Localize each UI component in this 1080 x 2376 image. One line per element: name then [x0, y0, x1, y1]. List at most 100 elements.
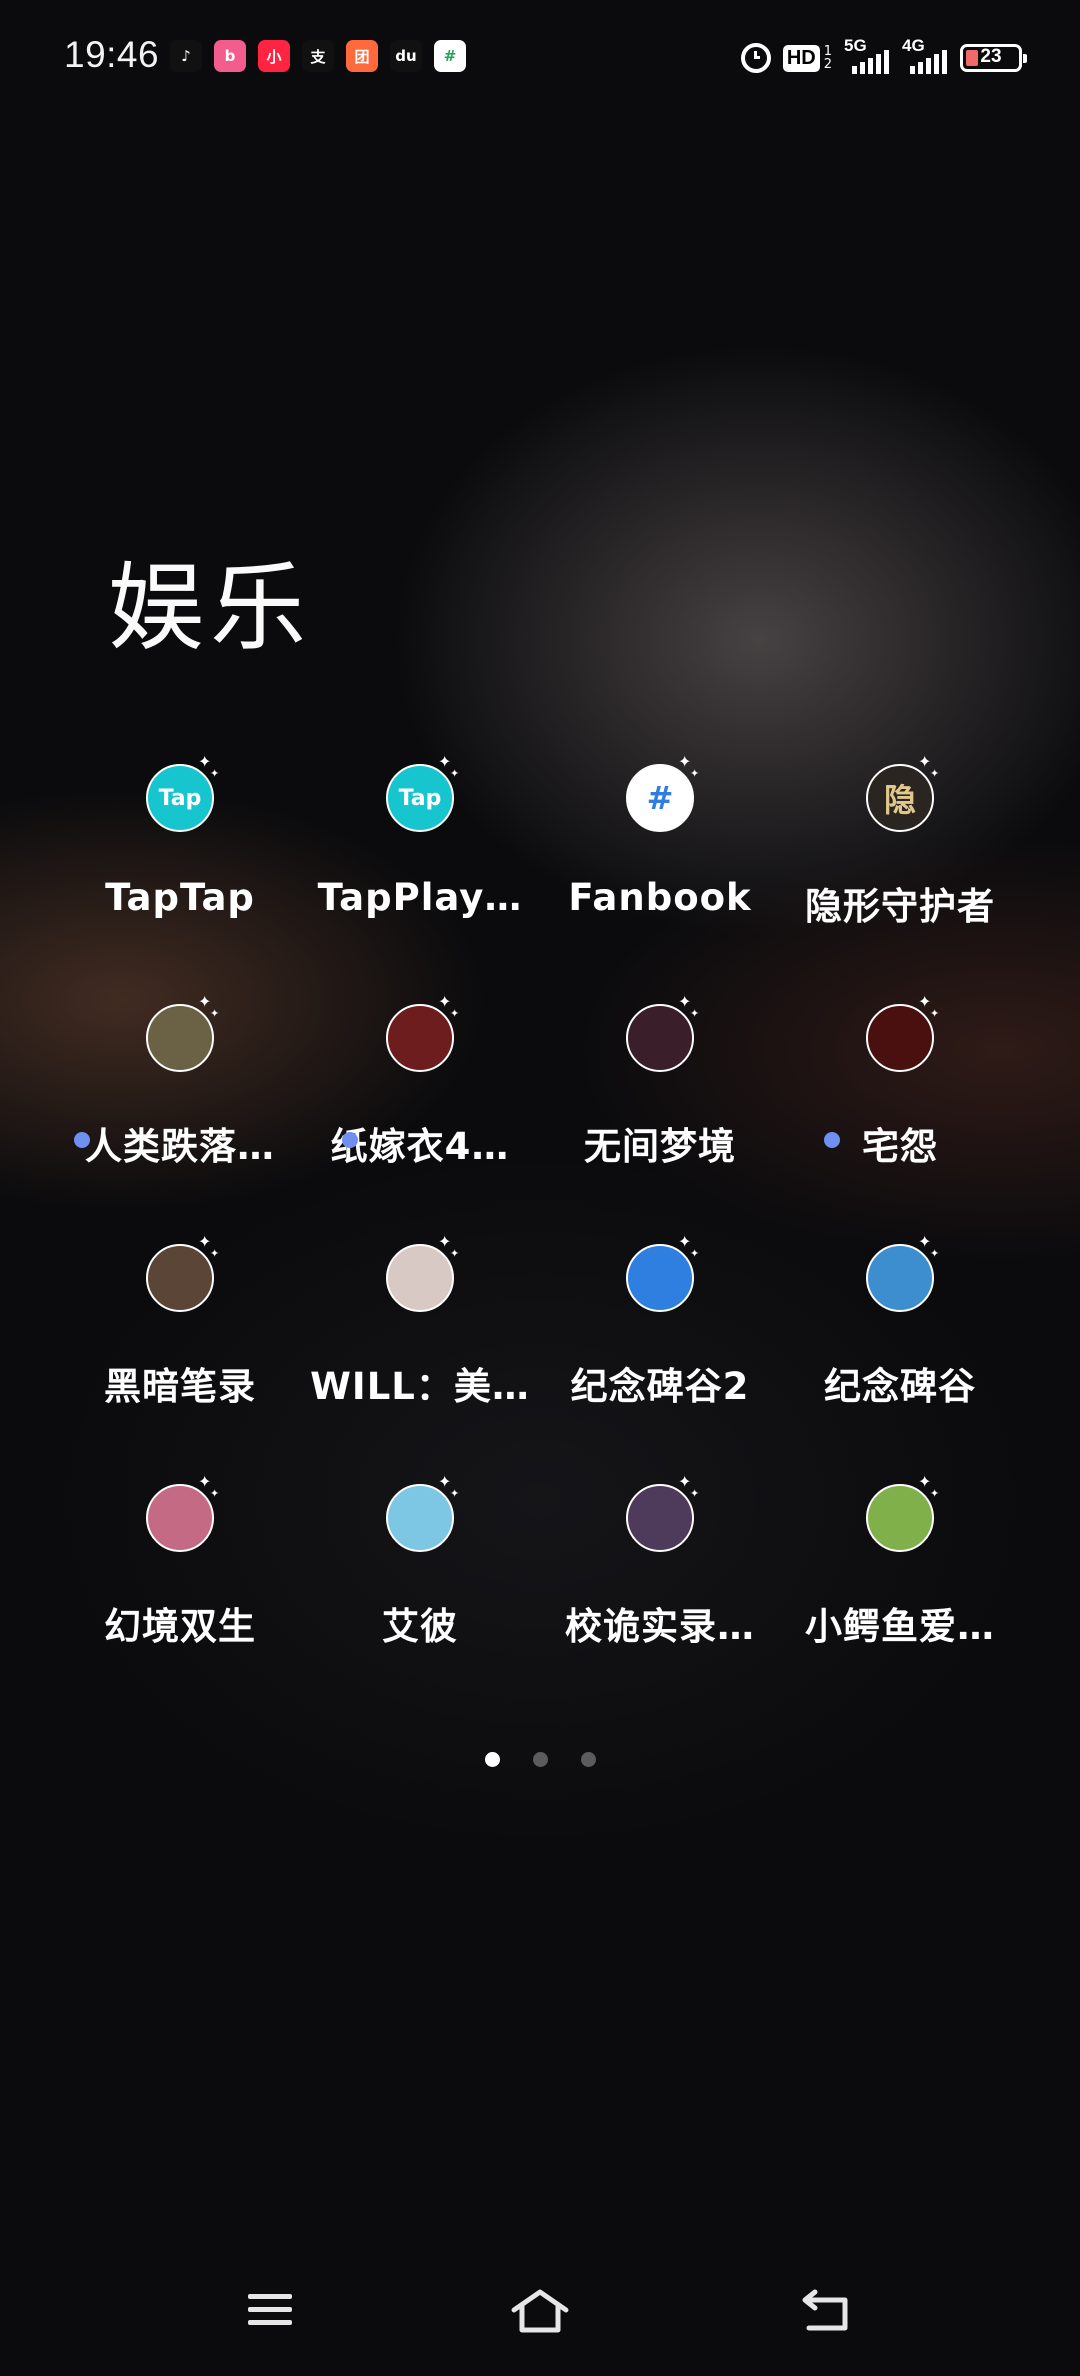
sparkle-icon: [198, 1474, 224, 1500]
battery-icon: 23: [960, 44, 1027, 72]
app-icon-wrapper: [866, 1474, 939, 1552]
signal-5g-icon: 5G: [844, 36, 890, 78]
app-icon-wrapper: [386, 994, 459, 1072]
app-icon-wrapper: Tap: [386, 754, 459, 832]
meituan-icon: 团: [346, 40, 378, 72]
app-label: 纪念碑谷: [824, 1365, 976, 1408]
status-time: 19:46: [64, 34, 160, 75]
sparkle-icon: [918, 1234, 944, 1260]
sparkle-icon: [678, 1234, 704, 1260]
sparkle-icon: [918, 754, 944, 780]
sparkle-icon: [198, 994, 224, 1020]
app-icon-wrapper: [626, 1474, 699, 1552]
app-label: 小鳄鱼爱…: [805, 1605, 995, 1648]
app-swampy[interactable]: 小鳄鱼爱…: [780, 1460, 1020, 1700]
app-icon-glyph: Tap: [398, 785, 442, 811]
app-heian[interactable]: 黑暗笔录: [60, 1220, 300, 1460]
app-icon-wrapper: [626, 994, 699, 1072]
sparkle-icon: [918, 994, 944, 1020]
app-icon-wrapper: 隐: [866, 754, 939, 832]
new-install-dot: [342, 1132, 358, 1148]
sparkle-icon: [438, 1474, 464, 1500]
page-dot[interactable]: [580, 1752, 596, 1767]
page-dot[interactable]: [532, 1752, 548, 1767]
app-label: 黑暗笔录: [104, 1365, 256, 1408]
page-indicator[interactable]: [0, 1752, 1080, 1767]
folder-title[interactable]: 娱乐: [108, 530, 312, 669]
tiktok-icon: ♪: [170, 40, 202, 72]
sparkle-icon: [438, 1234, 464, 1260]
app-monument-valley-2[interactable]: 纪念碑谷2: [540, 1220, 780, 1460]
app-icon-wrapper: #: [626, 754, 699, 832]
app-fanbook[interactable]: # Fanbook: [540, 740, 780, 980]
app-tapplay[interactable]: Tap TapPlay…: [300, 740, 540, 980]
app-icon-wrapper: [146, 1474, 219, 1552]
sparkle-icon: [198, 754, 224, 780]
app-icon-glyph: #: [646, 779, 674, 817]
xiaohongshu-icon: 小: [258, 40, 290, 72]
app-zhaiyuan[interactable]: 宅怨: [780, 980, 1020, 1220]
app-icon-wrapper: [146, 994, 219, 1072]
app-label: 幻境双生: [104, 1605, 256, 1648]
menu-icon: [248, 2294, 292, 2325]
app-label: 纸嫁衣4…: [330, 1125, 510, 1168]
signal-4g-icon: 4G: [902, 36, 948, 78]
app-label: 校诡实录…: [565, 1605, 755, 1648]
notification-icons: ♪ b 小支团 du #: [170, 40, 466, 72]
app-human-fall-flat[interactable]: 人类跌落…: [60, 980, 300, 1220]
app-label: WILL：美…: [310, 1365, 530, 1408]
app-label: TapPlay…: [317, 876, 523, 919]
app-yinxing[interactable]: 隐隐形守护者: [780, 740, 1020, 980]
status-bar: 19:46 ♪ b 小支团 du # HD 1 2 5G 4G 23: [0, 0, 1080, 112]
sparkle-icon: [198, 1234, 224, 1260]
baidu-icon: du: [390, 40, 422, 72]
app-label: 宅怨: [862, 1125, 938, 1168]
navigation-bar: [0, 2270, 1080, 2350]
new-install-dot: [824, 1132, 840, 1148]
app-label: Fanbook: [568, 876, 752, 919]
app-label: 纪念碑谷2: [570, 1365, 750, 1408]
back-button[interactable]: [785, 2270, 865, 2350]
home-button[interactable]: [500, 2270, 580, 2350]
back-icon: [802, 2289, 848, 2331]
battery-level: 23: [980, 46, 1002, 67]
app-taptap[interactable]: TapTapTap: [60, 740, 300, 980]
app-grid: TapTapTapTapTapPlay…#Fanbook隐隐形守护者人类跌落…纸…: [60, 740, 1020, 1700]
app-label: 无间梦境: [584, 1125, 736, 1168]
menu-button[interactable]: [230, 2270, 310, 2350]
app-icon-glyph: Tap: [158, 785, 202, 811]
hd-voice-icon: HD: [782, 44, 820, 72]
sparkle-icon: [678, 1474, 704, 1500]
sparkle-icon: [678, 994, 704, 1020]
sparkle-icon: [438, 994, 464, 1020]
app-label: TapTap: [105, 876, 255, 919]
app-icon-wrapper: [146, 1234, 219, 1312]
alarm-icon: [740, 43, 771, 73]
new-install-dot: [74, 1132, 90, 1148]
app-icon-wrapper: [866, 1234, 939, 1312]
app-will[interactable]: WILL：美…: [300, 1220, 540, 1460]
app-icon-wrapper: [386, 1474, 459, 1552]
system-icons: HD 1 2 5G 4G 23: [740, 36, 1027, 78]
alipay-icon: 支: [302, 40, 334, 72]
app-xiaogui[interactable]: 校诡实录…: [540, 1460, 780, 1700]
page-dot[interactable]: [484, 1752, 500, 1767]
app-zhijiayi[interactable]: 纸嫁衣4…: [300, 980, 540, 1220]
app-icon-glyph: 隐: [883, 781, 916, 819]
app-icon-wrapper: Tap: [146, 754, 219, 832]
hd-sim-indicator: 1 2: [824, 45, 832, 71]
sparkle-icon: [678, 754, 704, 780]
app-monument-valley[interactable]: 纪念碑谷: [780, 1220, 1020, 1460]
bilibili-icon: b: [214, 40, 246, 72]
app-label: 人类跌落…: [85, 1125, 275, 1168]
home-icon: [511, 2289, 569, 2333]
sparkle-icon: [438, 754, 464, 780]
app-huanjing[interactable]: 幻境双生: [60, 1460, 300, 1700]
app-wujian[interactable]: 无间梦境: [540, 980, 780, 1220]
app-icon-wrapper: [866, 994, 939, 1072]
app-icon-wrapper: [386, 1234, 459, 1312]
fanbook-notif-icon: #: [434, 40, 466, 72]
app-aibi[interactable]: 艾彼: [300, 1460, 540, 1700]
sparkle-icon: [918, 1474, 944, 1500]
app-label: 隐形守护者: [805, 885, 995, 928]
